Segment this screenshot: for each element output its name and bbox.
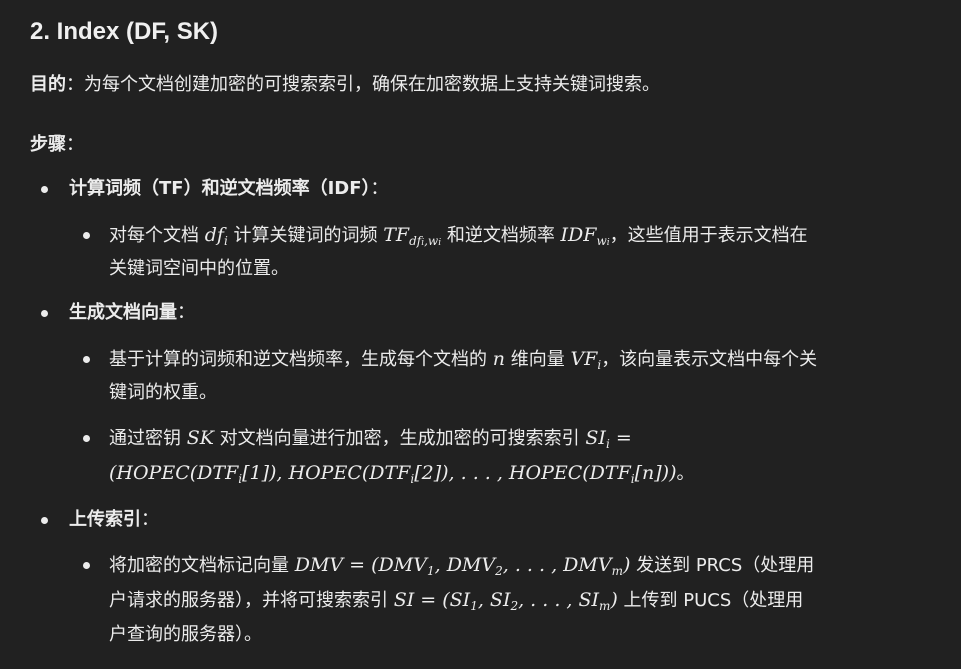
step-2-sub-1-line-2: 键词的权重。: [109, 382, 217, 403]
step-colon: ：: [177, 302, 195, 323]
step-3-title: 上传索引：: [69, 505, 159, 535]
purpose-paragraph: 目的：为每个文档创建加密的可搜索索引，确保在加密数据上支持关键词搜索。: [30, 70, 660, 100]
text-run: 户请求的服务器），并将可搜索索引: [109, 590, 394, 611]
text-run: 将加密的文档标记向量: [109, 555, 295, 576]
text-run: 维向量: [504, 349, 571, 370]
step-1-sub-1-line-1: 对每个文档 dfi 计算关键词的词频 TFdfi,wi 和逆文档频率 IDFwi…: [109, 220, 808, 251]
text-run: 基于计算的词频和逆文档频率，生成每个文档的: [109, 349, 493, 370]
math-si-set: SI = (SI1, SI2, . . . , SIm): [393, 589, 618, 613]
step-1-sub-1-line-2: 关键词空间中的位置。: [109, 258, 289, 279]
step-title-text: 生成文档向量: [69, 302, 177, 323]
step-1-title: 计算词频（TF）和逆文档频率（IDF）：: [69, 174, 389, 204]
text-run: 对文档向量进行加密，生成加密的可搜索索引: [213, 428, 586, 449]
sub-bullet-dot: [83, 356, 90, 363]
math-sk: SK: [186, 427, 214, 449]
purpose-label: 目的: [30, 74, 66, 95]
step-2-sub-2-line-2: (HOPEC(DTFi[1]), HOPEC(DTFi[2]), . . . ,…: [109, 458, 695, 489]
step-colon: ：: [141, 509, 159, 530]
text-run: 上传到 PUCS（处理用: [617, 590, 804, 611]
bullet-dot: [41, 517, 48, 524]
section-heading: 2. Index (DF, SK): [30, 18, 219, 45]
steps-label-line: 步骤：: [30, 130, 84, 160]
text-run: ，这些值用于表示文档在: [609, 225, 808, 246]
steps-colon: ：: [66, 134, 84, 155]
step-3-sub-1-line-2: 户请求的服务器），并将可搜索索引 SI = (SI1, SI2, . . . ,…: [109, 585, 803, 616]
math-vf-i: VFi: [570, 348, 602, 372]
text-run: 和逆文档频率: [441, 225, 561, 246]
step-colon: ：: [370, 178, 389, 199]
bullet-dot: [41, 186, 48, 193]
sub-bullet-dot: [83, 435, 90, 442]
step-2-sub-1-line-1: 基于计算的词频和逆文档频率，生成每个文档的 n 维向量 VFi，该向量表示文档中…: [109, 344, 817, 375]
math-dmv: DMV = (DMV1, DMV2, . . . , DMVm): [294, 554, 631, 578]
text-run: 发送到 PRCS（处理用: [630, 555, 815, 576]
math-si-i: SIi =: [585, 427, 632, 451]
math-idf: IDFwi: [560, 224, 610, 248]
text-run: 。: [676, 463, 695, 484]
step-2-title: 生成文档向量：: [69, 298, 195, 328]
text-run: ，该向量表示文档中每个关: [601, 349, 818, 370]
math-n: n: [492, 348, 505, 370]
step-title-text: 计算词频（TF）和逆文档频率（IDF）: [69, 178, 371, 199]
step-3-sub-1-line-1: 将加密的文档标记向量 DMV = (DMV1, DMV2, . . . , DM…: [109, 550, 814, 581]
purpose-text: ：为每个文档创建加密的可搜索索引，确保在加密数据上支持关键词搜索。: [66, 74, 660, 95]
sub-bullet-dot: [83, 562, 90, 569]
step-3-sub-1-line-3: 户查询的服务器）。: [109, 624, 262, 645]
text-run: 计算关键词的词频: [227, 225, 384, 246]
bullet-dot: [41, 310, 48, 317]
step-title-text: 上传索引: [69, 509, 141, 530]
sub-bullet-dot: [83, 232, 90, 239]
math-tf: TFdfi,wi: [383, 224, 442, 248]
text-run: 对每个文档: [109, 225, 205, 246]
math-df-i: dfi: [204, 224, 228, 248]
text-run: 通过密钥: [109, 428, 187, 449]
steps-label: 步骤: [30, 134, 66, 155]
document-page: 2. Index (DF, SK) 目的：为每个文档创建加密的可搜索索引，确保在…: [0, 0, 961, 669]
math-hopec-formula: (HOPEC(DTFi[1]), HOPEC(DTFi[2]), . . . ,…: [109, 462, 677, 486]
step-2-sub-2-line-1: 通过密钥 SK 对文档向量进行加密，生成加密的可搜索索引 SIi =: [109, 423, 632, 454]
